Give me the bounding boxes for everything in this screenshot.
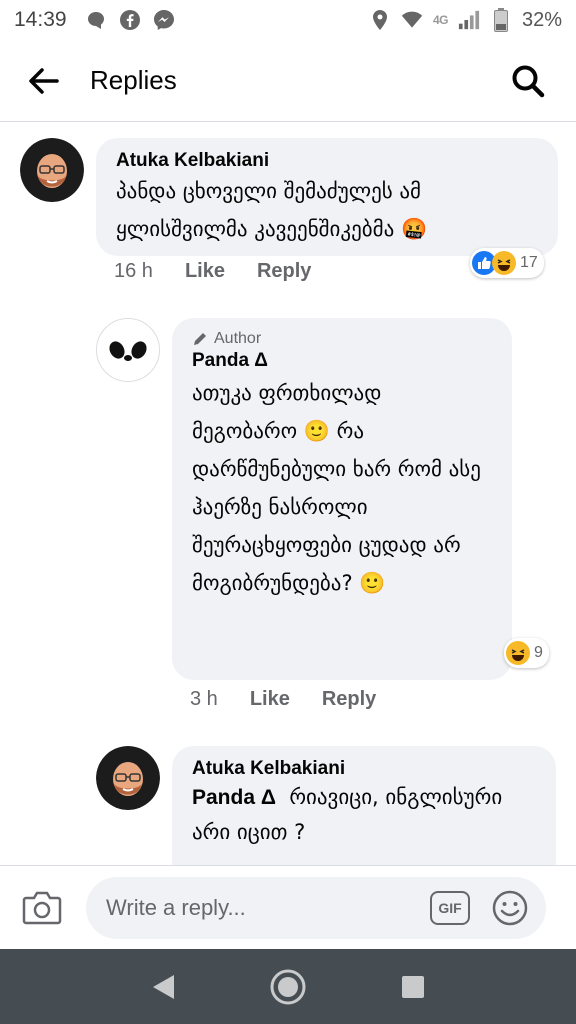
haha-reaction-icon: [492, 251, 516, 275]
comment-author[interactable]: Atuka Kelbakiani: [192, 758, 536, 780]
search-icon: [512, 65, 545, 97]
reaction-count: 17: [520, 254, 538, 271]
comment-text: პანდა ცხოველი შემაძულეს ამ ყლისშვილმა კა…: [116, 179, 428, 241]
smiley-icon: [492, 890, 528, 925]
comment-text: Panda Δ რიავიცი, ინგლისური არი იცით ?: [192, 780, 536, 849]
status-bar: 14:39 4G 32%: [0, 0, 576, 40]
wifi-icon: [401, 9, 423, 31]
circle-home-icon: [270, 969, 306, 1004]
like-button[interactable]: Like: [250, 688, 290, 711]
facebook-icon: [119, 9, 141, 31]
reply-composer: GIF: [0, 865, 576, 949]
network-label: 4G: [432, 13, 449, 27]
reply-button[interactable]: Reply: [257, 260, 311, 283]
chat-icon: [85, 9, 107, 31]
comment-bubble[interactable]: Atuka Kelbakiani პანდა ცხოველი შემაძულეს…: [96, 138, 558, 256]
comments-list: Atuka Kelbakiani პანდა ცხოველი შემაძულეს…: [0, 122, 576, 865]
comment-actions: 3 h Like Reply: [190, 688, 376, 711]
like-button[interactable]: Like: [185, 260, 225, 283]
avatar[interactable]: [96, 318, 160, 382]
comment-time: 16 h: [114, 260, 153, 282]
pencil-icon: [194, 333, 206, 345]
comment-author[interactable]: Panda Δ: [192, 350, 492, 372]
nav-home-button[interactable]: [260, 959, 316, 1015]
comment-item: Atuka Kelbakiani Panda Δ რიავიცი, ინგლის…: [96, 746, 556, 865]
comment-bubble[interactable]: Atuka Kelbakiani Panda Δ რიავიცი, ინგლის…: [172, 746, 556, 865]
comment-author[interactable]: Atuka Kelbakiani: [116, 150, 538, 172]
author-badge-label: Author: [214, 330, 262, 347]
back-button[interactable]: [16, 53, 72, 109]
square-recents-icon: [402, 975, 425, 998]
gif-button[interactable]: GIF: [430, 890, 470, 925]
emoji-button[interactable]: [490, 888, 530, 928]
status-time: 14:39: [14, 8, 67, 31]
page-title: Replies: [90, 65, 177, 95]
search-button[interactable]: [500, 53, 556, 109]
camera-button[interactable]: [18, 884, 66, 932]
avatar[interactable]: [20, 138, 84, 202]
nav-back-button[interactable]: [135, 959, 191, 1015]
comment-actions: 16 h Like Reply: [114, 260, 311, 283]
arrow-left-icon: [29, 67, 59, 94]
messenger-icon: [153, 9, 175, 31]
reaction-summary[interactable]: 9: [504, 638, 549, 668]
reaction-count: 9: [534, 644, 543, 661]
reply-button[interactable]: Reply: [322, 688, 376, 711]
comment-time: 3 h: [190, 688, 218, 710]
mention-link[interactable]: Panda Δ: [192, 786, 276, 809]
battery-icon: [490, 8, 512, 32]
nav-recents-button[interactable]: [385, 959, 441, 1015]
camera-icon: [22, 891, 62, 924]
author-badge: Author: [192, 330, 492, 348]
reply-input-container: GIF: [86, 876, 546, 939]
comment-item: Author Panda Δ ათუკა ფრთხილად მეგობარო 🙂…: [96, 318, 512, 680]
location-icon: [369, 9, 391, 31]
triangle-back-icon: [152, 974, 174, 999]
header: Replies: [0, 40, 576, 122]
signal-icon: [458, 9, 480, 31]
battery-percent: 32%: [521, 8, 562, 31]
haha-reaction-icon: [506, 641, 530, 665]
system-nav-bar: [0, 949, 576, 1024]
comment-item: Atuka Kelbakiani პანდა ცხოველი შემაძულეს…: [20, 138, 558, 256]
reply-input[interactable]: [106, 894, 430, 921]
reaction-summary[interactable]: 17: [470, 248, 544, 278]
comment-text: ათუკა ფრთხილად მეგობარო 🙂 რა დარწმუნებულ…: [192, 381, 481, 595]
avatar[interactable]: [96, 746, 160, 810]
comment-bubble[interactable]: Author Panda Δ ათუკა ფრთხილად მეგობარო 🙂…: [172, 318, 512, 680]
